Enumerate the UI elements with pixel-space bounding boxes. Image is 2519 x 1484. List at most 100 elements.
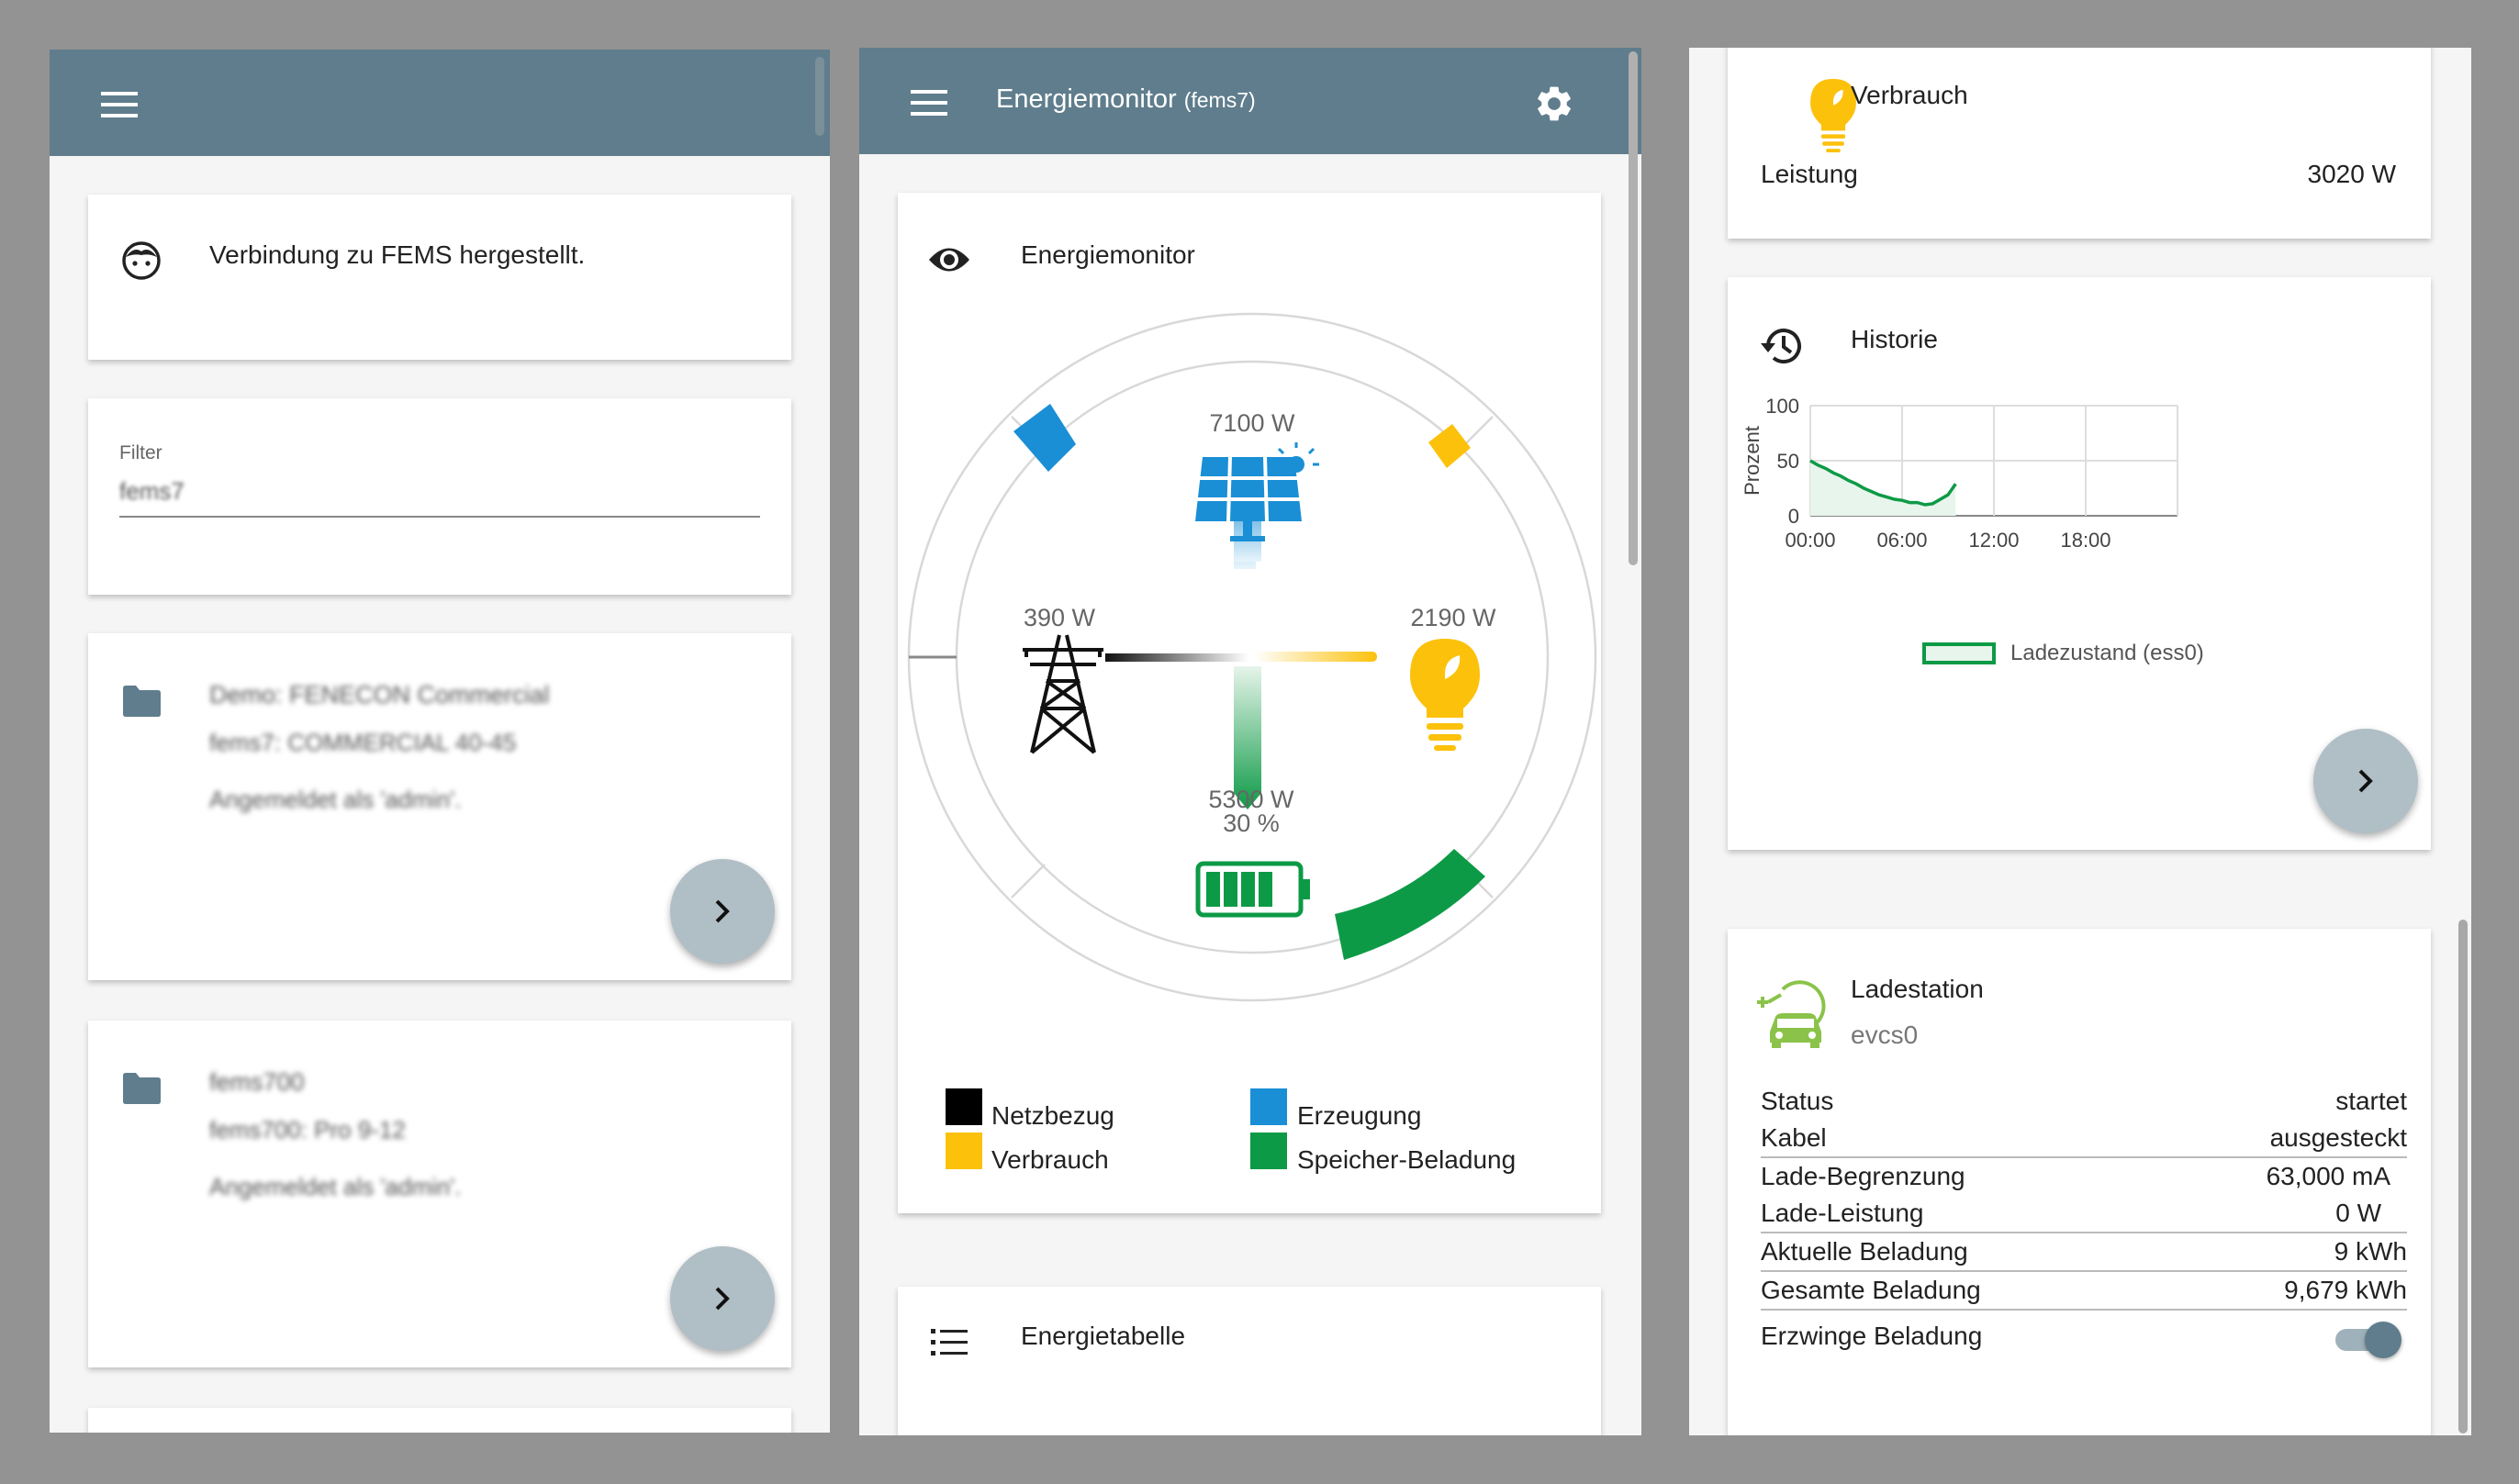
grid-value: 390 W bbox=[1023, 604, 1096, 631]
list-icon bbox=[931, 1329, 968, 1356]
production-ring-segment bbox=[1013, 404, 1076, 472]
open-device-button[interactable] bbox=[670, 859, 775, 964]
gear-icon[interactable] bbox=[1533, 83, 1575, 125]
row-value: startet bbox=[2335, 1087, 2407, 1115]
history-icon bbox=[1761, 329, 1801, 363]
x-tick-label: 12:00 bbox=[1968, 529, 2019, 552]
right-panel: Verbrauch Leistung 3020 W Historie 0 50 10… bbox=[1689, 48, 2471, 1435]
device-role: Angemeldet als 'admin'. bbox=[209, 786, 462, 813]
filter-input[interactable]: fems7 bbox=[119, 477, 760, 506]
charging-station-table: Status startet Kabel ausgesteckt Lade-Begr… bbox=[1761, 1083, 2407, 1311]
row-label: Aktuelle Beladung bbox=[1761, 1233, 2155, 1272]
open-device-button[interactable] bbox=[670, 1246, 775, 1351]
legend-swatch-grid bbox=[946, 1088, 982, 1125]
table-row: Gesamte Beladung 9,679 kWh bbox=[1761, 1271, 2407, 1311]
consumption-ring-segment bbox=[1428, 424, 1471, 468]
consumption-flow-bar bbox=[1254, 652, 1377, 662]
row-value: 0 W bbox=[2155, 1195, 2407, 1233]
left-scrollbar[interactable] bbox=[815, 57, 824, 136]
page-title-sub: (fems7) bbox=[1183, 88, 1256, 112]
filter-label: Filter bbox=[119, 442, 162, 463]
storage-ring-segment bbox=[1335, 849, 1485, 960]
history-chart: 0 50 100 00:00 06:00 12:00 18:00 Prozent bbox=[1741, 395, 2178, 552]
chevron-right-icon bbox=[715, 899, 730, 923]
table-row: Kabel ausgesteckt bbox=[1761, 1120, 2407, 1158]
row-label: Lade-Leistung bbox=[1761, 1195, 2155, 1233]
history-title: Historie bbox=[1851, 325, 1938, 353]
legend-swatch-production bbox=[1250, 1088, 1287, 1125]
charging-station-title: Ladestation bbox=[1851, 975, 1984, 1003]
y-tick-label: 50 bbox=[1777, 450, 1799, 473]
row-label: Kabel bbox=[1761, 1120, 2155, 1158]
charging-station-card: Ladestation evcs0 Status startet Kabel aus… bbox=[1728, 929, 2431, 1435]
bulb-icon bbox=[1410, 639, 1480, 751]
row-value: 9 kWh bbox=[2155, 1233, 2407, 1272]
legend-label-production: Erzeugung bbox=[1297, 1101, 1422, 1130]
menu-icon[interactable] bbox=[911, 88, 947, 117]
legend-swatch-storage bbox=[1250, 1133, 1287, 1169]
series-area bbox=[1810, 461, 1956, 516]
charging-station-subtitle: evcs0 bbox=[1851, 1021, 1919, 1049]
device-subtitle: fems700: Pro 9-12 bbox=[209, 1116, 406, 1144]
device-card[interactable]: fems700 fems700: Pro 9-12 Angemeldet als… bbox=[88, 1021, 791, 1367]
device-subtitle: fems7: COMMERCIAL 40-45 bbox=[209, 729, 517, 756]
legend-label-storage: Speicher-Beladung bbox=[1297, 1145, 1517, 1174]
table-row: Status startet bbox=[1761, 1083, 2407, 1120]
legend-label-consumption: Verbrauch bbox=[991, 1145, 1109, 1174]
energy-flow-diagram bbox=[907, 312, 1597, 1002]
table-row: Aktuelle Beladung 9 kWh bbox=[1761, 1233, 2407, 1272]
connection-status-text: Verbindung zu FEMS hergestellt. bbox=[209, 240, 586, 269]
row-value: 9,679 kWh bbox=[2155, 1271, 2407, 1311]
page-title-main: Energiemonitor bbox=[996, 84, 1177, 114]
menu-icon[interactable] bbox=[101, 90, 138, 119]
open-history-button[interactable] bbox=[2313, 729, 2418, 833]
x-tick-label: 18:00 bbox=[2060, 529, 2110, 552]
force-charge-label: Erzwinge Beladung bbox=[1761, 1322, 1983, 1350]
table-row: Lade-Begrenzung 63,000 mA bbox=[1761, 1157, 2407, 1195]
grid-flow-bar bbox=[1105, 653, 1248, 662]
history-card: Historie 0 50 100 00:00 06:00 12:00 18:00 Proze… bbox=[1728, 277, 2431, 850]
consumption-power-label: Leistung bbox=[1761, 160, 1858, 188]
x-tick-label: 06:00 bbox=[1876, 529, 1927, 552]
chevron-right-icon bbox=[2358, 769, 2373, 793]
storage-soc: 30 % bbox=[1223, 809, 1280, 837]
toggle-knob bbox=[2365, 1322, 2401, 1358]
energy-table-title: Energietabelle bbox=[1021, 1322, 1186, 1350]
production-value: 7100 W bbox=[1209, 409, 1295, 437]
device-title: Demo: FENECON Commercial bbox=[209, 681, 550, 709]
device-title: fems700 bbox=[209, 1068, 305, 1096]
consumption-value: 2190 W bbox=[1410, 604, 1496, 631]
middle-header: Energiemonitor (fems7) bbox=[859, 48, 1641, 154]
left-panel: Verbindung zu FEMS hergestellt. Filter f… bbox=[50, 50, 830, 1433]
row-label: Status bbox=[1761, 1087, 1834, 1115]
device-card-partial[interactable] bbox=[88, 1408, 791, 1433]
middle-panel: Energiemonitor (fems7) Energiemonitor 71… bbox=[859, 48, 1641, 1435]
right-scrollbar[interactable] bbox=[2458, 920, 2468, 1434]
middle-scrollbar[interactable] bbox=[1629, 51, 1638, 565]
face-icon bbox=[122, 241, 161, 280]
legend-swatch-consumption bbox=[946, 1133, 982, 1169]
consumption-card[interactable]: Verbrauch Leistung 3020 W bbox=[1728, 48, 2431, 239]
folder-icon bbox=[123, 686, 161, 717]
row-value: 63,000 mA bbox=[2266, 1162, 2390, 1190]
y-axis-label: Prozent bbox=[1741, 426, 1763, 496]
consumption-title: Verbrauch bbox=[1851, 81, 1968, 109]
row-label: Lade-Begrenzung bbox=[1761, 1162, 1965, 1190]
row-label: Gesamte Beladung bbox=[1761, 1271, 2155, 1311]
energy-table-card[interactable]: Energietabelle bbox=[898, 1287, 1601, 1435]
force-charge-toggle[interactable] bbox=[2332, 1322, 2401, 1358]
battery-icon bbox=[1195, 861, 1310, 918]
page-title: Energiemonitor (fems7) bbox=[996, 84, 1256, 115]
table-row: Lade-Leistung 0 W bbox=[1761, 1195, 2407, 1233]
row-value: ausgesteckt bbox=[2155, 1120, 2407, 1158]
bulb-icon bbox=[1810, 79, 1856, 152]
x-tick-label: 00:00 bbox=[1785, 529, 1835, 552]
grid-tower-icon bbox=[1023, 634, 1103, 754]
history-legend-label: Ladezustand (ess0) bbox=[2010, 641, 2204, 665]
energy-monitor-card: Energiemonitor 7100 W 390 W 2190 W 5300 … bbox=[898, 193, 1601, 1213]
y-tick-label: 100 bbox=[1765, 395, 1799, 418]
chevron-right-icon bbox=[715, 1287, 730, 1311]
legend-label-grid: Netzbezug bbox=[991, 1101, 1114, 1130]
filter-underline bbox=[119, 516, 760, 518]
device-card[interactable]: Demo: FENECON Commercial fems7: COMMERCI… bbox=[88, 633, 791, 980]
